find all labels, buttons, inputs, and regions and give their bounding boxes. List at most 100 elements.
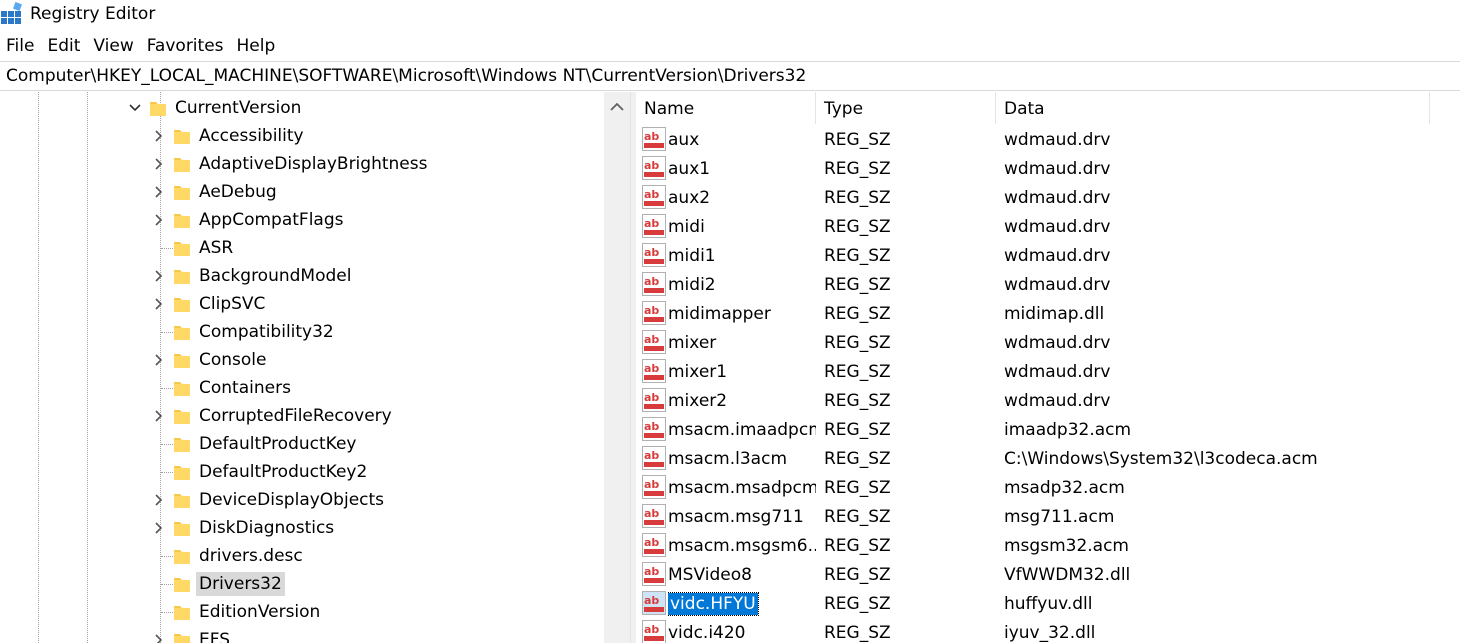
tree-item[interactable]: DeviceDisplayObjects [0, 486, 604, 514]
value-name[interactable]: vidc.i420 [668, 618, 816, 643]
table-row[interactable]: ab midi REG_SZ wdmaud.drv [636, 212, 1460, 241]
value-name-text[interactable]: aux2 [668, 188, 710, 208]
table-row[interactable]: ab midi2 REG_SZ wdmaud.drv [636, 270, 1460, 299]
value-name[interactable]: msacm.msadpcm [668, 473, 816, 502]
tree-item[interactable]: Console [0, 346, 604, 374]
tree-item[interactable]: AdaptiveDisplayBrightness [0, 150, 604, 178]
chevron-right-icon[interactable] [152, 520, 166, 536]
tree-item[interactable]: DefaultProductKey2 [0, 458, 604, 486]
value-name[interactable]: mixer2 [668, 386, 816, 415]
tree-item-label[interactable]: Drivers32 [196, 572, 285, 596]
value-name-text[interactable]: midi1 [668, 246, 716, 266]
chevron-right-icon[interactable] [152, 156, 166, 172]
tree-item-label[interactable]: Containers [196, 376, 294, 400]
chevron-right-icon[interactable] [152, 212, 166, 228]
tree-item[interactable]: EFS [0, 626, 604, 643]
table-row[interactable]: ab vidc.HFYU REG_SZ huffyuv.dll [636, 589, 1460, 618]
value-name-text[interactable]: msacm.msgsm6... [668, 536, 816, 556]
table-row[interactable]: ab msacm.imaadpcm REG_SZ imaadp32.acm [636, 415, 1460, 444]
value-name-text[interactable]: msacm.msadpcm [668, 478, 816, 498]
tree-item-label[interactable]: ClipSVC [196, 292, 268, 316]
menu-file[interactable]: File [0, 33, 41, 59]
value-name-text[interactable]: mixer [668, 333, 716, 353]
tree-item-label[interactable]: CurrentVersion [172, 96, 304, 120]
menu-favorites[interactable]: Favorites [141, 33, 231, 59]
value-name-text[interactable]: mixer1 [668, 362, 727, 382]
tree-item-label[interactable]: EFS [196, 628, 233, 643]
table-row[interactable]: ab aux REG_SZ wdmaud.drv [636, 125, 1460, 154]
tree-item[interactable]: DefaultProductKey [0, 430, 604, 458]
chevron-right-icon[interactable] [152, 296, 166, 312]
tree-item[interactable]: Drivers32 [0, 570, 604, 598]
chevron-right-icon[interactable] [152, 352, 166, 368]
address-path[interactable]: Computer\HKEY_LOCAL_MACHINE\SOFTWARE\Mic… [6, 66, 806, 86]
tree-item-label[interactable]: BackgroundModel [196, 264, 354, 288]
tree-item-label[interactable]: ASR [196, 236, 236, 260]
table-row[interactable]: ab aux2 REG_SZ wdmaud.drv [636, 183, 1460, 212]
value-name[interactable]: msacm.msgsm6... [668, 531, 816, 560]
tree-item-label[interactable]: AdaptiveDisplayBrightness [196, 152, 430, 176]
value-name[interactable]: midi2 [668, 270, 816, 299]
value-name[interactable]: aux2 [668, 183, 816, 212]
table-row[interactable]: ab msacm.msg711 REG_SZ msg711.acm [636, 502, 1460, 531]
value-name-text[interactable]: msacm.l3acm [668, 449, 787, 469]
tree-item-label[interactable]: Accessibility [196, 124, 307, 148]
value-name[interactable]: vidc.HFYU [668, 589, 816, 618]
tree-item[interactable]: AeDebug [0, 178, 604, 206]
tree-item-label[interactable]: DefaultProductKey [196, 432, 359, 456]
tree-item-label[interactable]: AppCompatFlags [196, 208, 346, 232]
tree-item[interactable]: drivers.desc [0, 542, 604, 570]
tree-item-label[interactable]: drivers.desc [196, 544, 306, 568]
value-name[interactable]: MSVideo8 [668, 560, 816, 589]
chevron-right-icon[interactable] [152, 128, 166, 144]
tree-item-label[interactable]: DiskDiagnostics [196, 516, 337, 540]
tree-item-label[interactable]: EditionVersion [196, 600, 323, 624]
value-name-text[interactable]: mixer2 [668, 391, 727, 411]
value-name[interactable]: midi [668, 212, 816, 241]
menu-view[interactable]: View [87, 33, 140, 59]
chevron-down-icon[interactable] [128, 100, 142, 116]
menu-help[interactable]: Help [231, 33, 283, 59]
tree-item[interactable]: ASR [0, 234, 604, 262]
tree-item[interactable]: Compatibility32 [0, 318, 604, 346]
value-name[interactable]: msacm.l3acm [668, 444, 816, 473]
tree-item-currentversion[interactable]: CurrentVersion [0, 94, 604, 122]
value-name[interactable]: aux [668, 125, 816, 154]
tree-item-label[interactable]: AeDebug [196, 180, 280, 204]
menu-edit[interactable]: Edit [41, 33, 87, 59]
value-name-text[interactable]: msacm.imaadpcm [668, 420, 816, 440]
column-header-type[interactable]: Type [816, 92, 996, 124]
table-row[interactable]: ab vidc.i420 REG_SZ iyuv_32.dll [636, 618, 1460, 643]
value-name[interactable]: midimapper [668, 299, 816, 328]
tree-item-label[interactable]: CorruptedFileRecovery [196, 404, 395, 428]
table-row[interactable]: ab mixer2 REG_SZ wdmaud.drv [636, 386, 1460, 415]
chevron-right-icon[interactable] [152, 268, 166, 284]
tree-item[interactable]: Accessibility [0, 122, 604, 150]
key-tree[interactable]: CurrentVersion Accessibility AdaptiveDisp… [0, 92, 630, 643]
value-name[interactable]: msacm.imaadpcm [668, 415, 816, 444]
table-row[interactable]: ab mixer1 REG_SZ wdmaud.drv [636, 357, 1460, 386]
chevron-right-icon[interactable] [152, 632, 166, 643]
table-row[interactable]: ab aux1 REG_SZ wdmaud.drv [636, 154, 1460, 183]
table-row[interactable]: ab midimapper REG_SZ midimap.dll [636, 299, 1460, 328]
table-row[interactable]: ab msacm.msgsm6... REG_SZ msgsm32.acm [636, 531, 1460, 560]
tree-scrollbar[interactable] [604, 92, 630, 643]
tree-item[interactable]: EditionVersion [0, 598, 604, 626]
value-name-text[interactable]: midi2 [668, 275, 716, 295]
value-list[interactable]: Name Type Data ab aux REG_SZ wdmaud.drv ab au… [636, 92, 1460, 643]
value-name[interactable]: mixer1 [668, 357, 816, 386]
tree-item[interactable]: Containers [0, 374, 604, 402]
address-bar[interactable]: Computer\HKEY_LOCAL_MACHINE\SOFTWARE\Mic… [0, 61, 1460, 91]
scroll-up-arrow-icon[interactable] [604, 92, 630, 122]
value-name[interactable]: mixer [668, 328, 816, 357]
value-name[interactable]: msacm.msg711 [668, 502, 816, 531]
value-name-text[interactable]: midimapper [668, 304, 771, 324]
column-header-data[interactable]: Data [996, 92, 1430, 124]
table-row[interactable]: ab msacm.msadpcm REG_SZ msadp32.acm [636, 473, 1460, 502]
tree-item-label[interactable]: Compatibility32 [196, 320, 337, 344]
value-name-text[interactable]: MSVideo8 [668, 565, 752, 585]
tree-item[interactable]: CorruptedFileRecovery [0, 402, 604, 430]
chevron-right-icon[interactable] [152, 408, 166, 424]
table-row[interactable]: ab mixer REG_SZ wdmaud.drv [636, 328, 1460, 357]
tree-item[interactable]: ClipSVC [0, 290, 604, 318]
